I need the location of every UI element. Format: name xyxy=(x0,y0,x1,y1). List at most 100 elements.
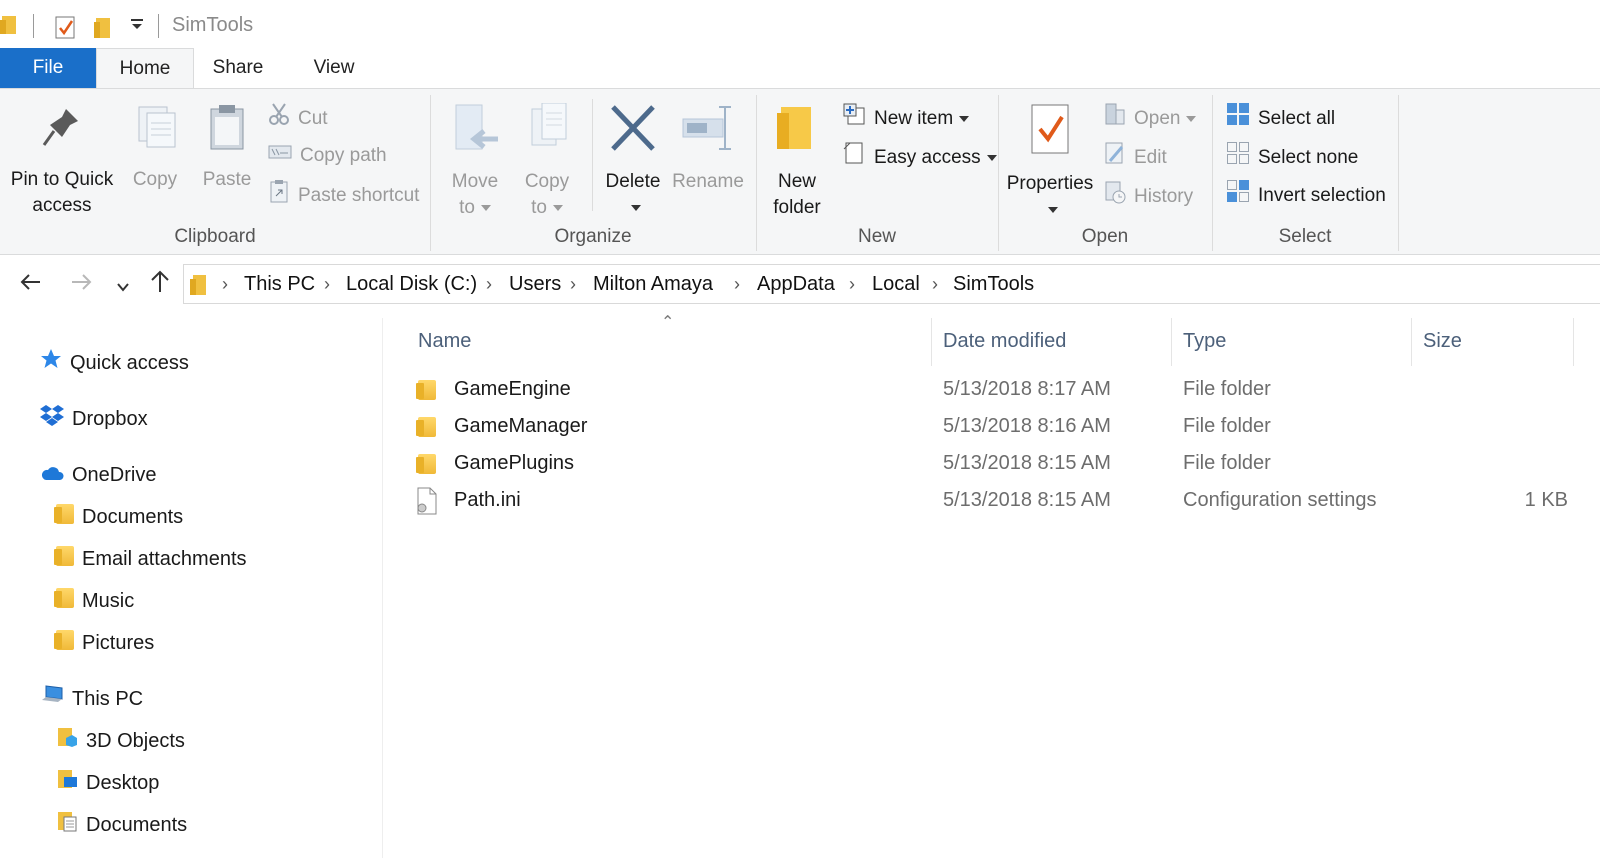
delete-icon xyxy=(600,103,666,161)
file-type: File folder xyxy=(1183,378,1271,400)
file-date: 5/13/2018 8:16 AM xyxy=(943,415,1111,437)
breadcrumb-this-pc[interactable]: This PC xyxy=(244,273,315,296)
edit-button[interactable]: Edit xyxy=(1104,141,1167,171)
nav-pc-documents[interactable]: Documents xyxy=(56,810,187,840)
delete-button[interactable]: Delete xyxy=(600,103,666,221)
breadcrumb-separator-icon[interactable]: › xyxy=(570,274,576,295)
breadcrumb-separator-icon[interactable]: › xyxy=(849,274,855,295)
properties-button[interactable]: Properties xyxy=(1004,103,1096,223)
breadcrumb-appdata[interactable]: AppData xyxy=(757,273,835,296)
column-header-date[interactable]: Date modified xyxy=(943,330,1066,353)
breadcrumb-local-disk[interactable]: Local Disk (C:) xyxy=(346,273,477,296)
group-label-organize: Organize xyxy=(554,226,632,247)
tab-home[interactable]: Home xyxy=(96,48,194,88)
nav-onedrive-documents[interactable]: Documents xyxy=(54,502,183,532)
breadcrumb-separator-icon[interactable]: › xyxy=(932,274,938,295)
paste-shortcut-button[interactable]: Paste shortcut xyxy=(268,179,419,209)
folder-icon xyxy=(54,545,74,575)
file-type: File folder xyxy=(1183,452,1271,474)
pin-label: Pin to Quick xyxy=(10,169,114,190)
copy-path-button[interactable]: Copy path xyxy=(268,141,387,171)
folder-icon xyxy=(416,454,436,480)
desktop-icon xyxy=(56,768,78,799)
new-folder-button[interactable]: New folder xyxy=(764,103,830,221)
file-name: GamePlugins xyxy=(454,452,575,474)
tab-share[interactable]: Share xyxy=(200,48,276,88)
breadcrumb-users[interactable]: Users xyxy=(509,273,561,296)
nav-desktop[interactable]: Desktop xyxy=(56,768,159,798)
nav-dropbox[interactable]: Dropbox xyxy=(40,404,148,434)
forward-arrow-icon[interactable] xyxy=(70,270,94,300)
nav-music[interactable]: Music xyxy=(54,586,134,617)
group-label-open: Open xyxy=(1081,226,1129,247)
new-item-dropdown-icon xyxy=(959,116,970,122)
cut-label: Cut xyxy=(298,108,328,130)
open-button[interactable]: Open xyxy=(1104,102,1197,132)
nav-onedrive-label: OneDrive xyxy=(72,464,157,486)
copy-button[interactable]: Copy xyxy=(122,103,188,193)
nav-email-attachments[interactable]: Email attachments xyxy=(54,544,247,575)
history-button[interactable]: History xyxy=(1104,180,1193,210)
new-folder-icon[interactable] xyxy=(94,14,112,45)
column-divider[interactable] xyxy=(1171,318,1172,366)
column-header-name[interactable]: Name xyxy=(418,330,471,353)
breadcrumb-separator-icon[interactable]: › xyxy=(222,274,228,295)
invert-selection-label: Invert selection xyxy=(1258,185,1386,207)
breadcrumb-separator-icon[interactable]: › xyxy=(734,274,740,295)
move-to-dropdown-icon xyxy=(480,204,491,211)
back-arrow-icon[interactable] xyxy=(18,270,42,300)
new-item-button[interactable]: New item xyxy=(842,102,970,132)
nav-onedrive[interactable]: OneDrive xyxy=(40,460,156,490)
file-date: 5/13/2018 8:15 AM xyxy=(943,489,1111,511)
column-divider[interactable] xyxy=(1573,318,1574,366)
select-all-button[interactable]: Select all xyxy=(1226,102,1335,132)
rename-button[interactable]: Rename xyxy=(670,103,746,195)
column-header-type[interactable]: Type xyxy=(1183,330,1226,353)
customize-qat-icon[interactable] xyxy=(130,18,144,37)
new-folder-label-2: folder xyxy=(773,197,821,218)
column-divider[interactable] xyxy=(1411,318,1412,366)
nav-item-label: Desktop xyxy=(86,772,160,794)
pin-label-2: access xyxy=(32,195,92,216)
breadcrumb-separator-icon[interactable]: › xyxy=(324,274,330,295)
folder-icon xyxy=(54,629,74,659)
table-row[interactable]: GameManager 5/13/2018 8:16 AM File folde… xyxy=(384,410,1600,446)
folder-icon xyxy=(54,587,74,617)
breadcrumb-milton-amaya[interactable]: Milton Amaya xyxy=(593,273,713,296)
folder-icon xyxy=(416,380,436,406)
move-to-label: Move xyxy=(451,171,499,192)
select-none-label: Select none xyxy=(1258,147,1359,169)
column-divider[interactable] xyxy=(931,318,932,366)
file-type: File folder xyxy=(1183,415,1271,437)
invert-selection-button[interactable]: Invert selection xyxy=(1226,179,1386,209)
cut-button[interactable]: Cut xyxy=(268,102,328,132)
tab-file[interactable]: File xyxy=(0,48,96,88)
breadcrumb-separator-icon[interactable]: › xyxy=(486,274,492,295)
breadcrumb-simtools[interactable]: SimTools xyxy=(953,273,1034,296)
table-row[interactable]: Path.ini 5/13/2018 8:15 AM Configuration… xyxy=(384,484,1600,520)
up-arrow-icon[interactable] xyxy=(148,268,172,300)
nav-3d-objects[interactable]: 3D Objects xyxy=(56,726,185,756)
nav-this-pc[interactable]: This PC xyxy=(40,684,143,714)
paste-button[interactable]: Paste xyxy=(194,103,260,193)
table-row[interactable]: GamePlugins 5/13/2018 8:15 AM File folde… xyxy=(384,447,1600,483)
column-header-size[interactable]: Size xyxy=(1423,330,1462,353)
copy-path-label: Copy path xyxy=(300,145,387,167)
move-to-button[interactable]: Move to xyxy=(440,103,510,221)
tab-view[interactable]: View xyxy=(296,48,372,88)
easy-access-button[interactable]: Easy access xyxy=(842,141,997,171)
recent-locations-chevron-icon[interactable] xyxy=(116,274,130,300)
select-none-icon xyxy=(1226,141,1250,175)
title-bar: SimTools xyxy=(0,0,1600,52)
nav-quick-access[interactable]: Quick access xyxy=(40,348,189,378)
breadcrumb-local[interactable]: Local xyxy=(872,273,920,296)
copy-path-icon xyxy=(268,141,292,171)
table-row[interactable]: GameEngine 5/13/2018 8:17 AM File folder xyxy=(384,373,1600,409)
copy-to-button[interactable]: Copy to xyxy=(512,102,582,221)
nav-pictures[interactable]: Pictures xyxy=(54,628,154,659)
address-bar[interactable]: › This PC › Local Disk (C:) › Users › Mi… xyxy=(183,264,1600,304)
properties-icon[interactable] xyxy=(54,14,78,45)
select-none-button[interactable]: Select none xyxy=(1226,141,1358,171)
pin-to-quick-access-button[interactable]: Pin to Quick access xyxy=(4,103,120,219)
nav-this-pc-label: This PC xyxy=(72,688,144,710)
